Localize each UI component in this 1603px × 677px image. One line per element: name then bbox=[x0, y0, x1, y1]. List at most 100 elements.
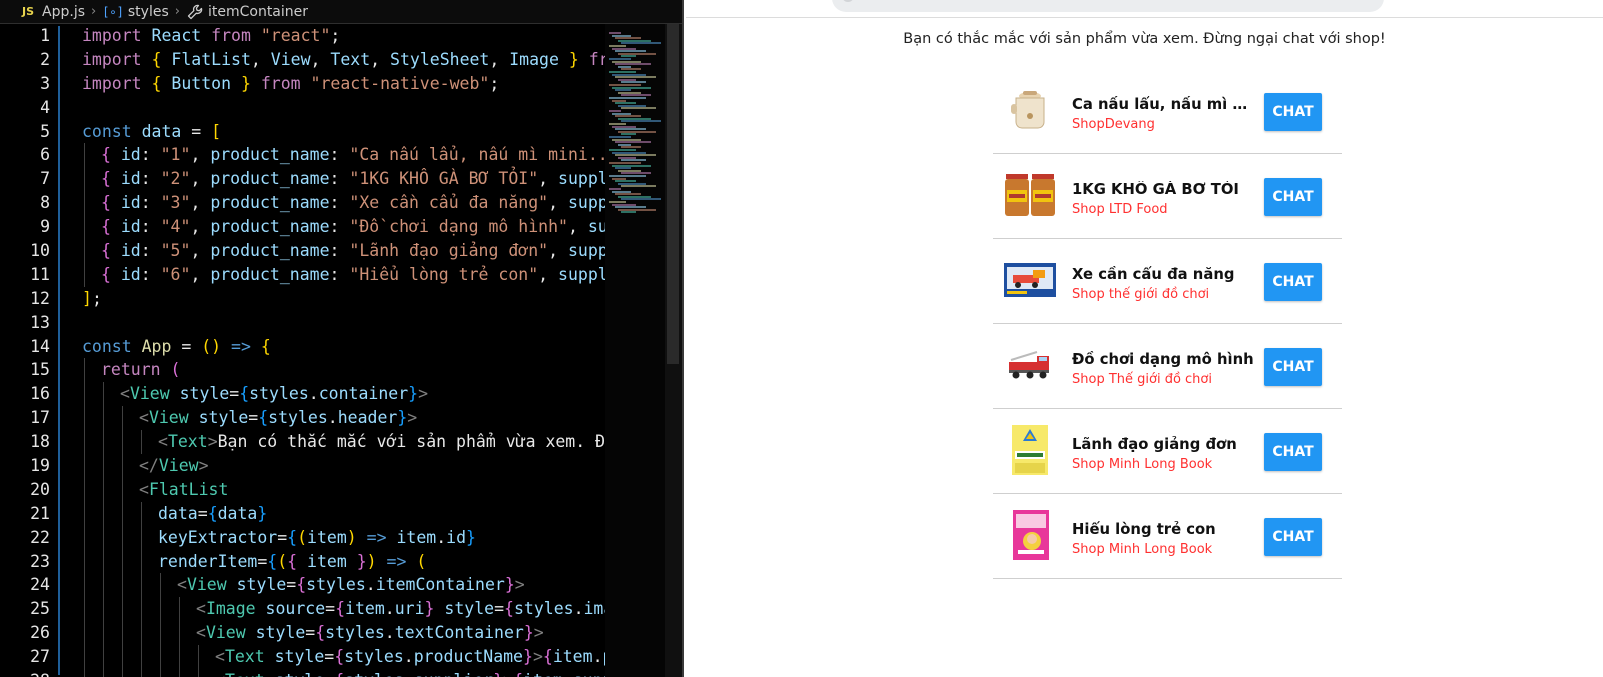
code-text: <View style={styles.itemContainer}> bbox=[177, 573, 525, 597]
site-info-icon[interactable] bbox=[842, 0, 854, 2]
code-token: "1" bbox=[160, 145, 191, 165]
code-token: Text bbox=[225, 671, 265, 677]
code-line[interactable]: 23 renderItem={({ item }) => ( bbox=[0, 549, 605, 574]
line-number: 11 bbox=[30, 264, 50, 284]
indent-guide bbox=[141, 573, 142, 598]
product-supplier: Shop LTD Food bbox=[1072, 202, 1168, 217]
code-line[interactable]: 25 <Image source={item.uri} style={styles… bbox=[0, 597, 606, 622]
code-text: { id: "1", product_name: "Ca nấu lẩu, nấ… bbox=[101, 143, 605, 167]
code-line[interactable]: 2 import { FlatList, View, Text, StyleShe… bbox=[0, 48, 605, 72]
chat-button[interactable]: CHAT bbox=[1264, 518, 1322, 556]
chat-button[interactable]: CHAT bbox=[1264, 178, 1322, 216]
code-line[interactable]: 16 <View style={styles.container}> bbox=[0, 382, 605, 407]
breadcrumb-file[interactable]: App.js bbox=[42, 4, 85, 20]
chat-button[interactable]: CHAT bbox=[1264, 348, 1322, 386]
line-number: 22 bbox=[30, 527, 50, 547]
code-line[interactable]: 27 <Text style={styles.productName}>{item… bbox=[0, 645, 605, 670]
indent-guide bbox=[103, 645, 104, 670]
code-line[interactable]: 19 </View> bbox=[0, 454, 605, 478]
code-line[interactable]: 14 const App = () => { bbox=[0, 335, 605, 359]
code-line[interactable]: 12]; bbox=[0, 287, 605, 311]
code-token: Text bbox=[330, 49, 371, 69]
indent-guide bbox=[141, 621, 142, 646]
code-line[interactable]: 7 { id: "2", product_name: "1KG KHÔ GÀ BƠ… bbox=[0, 167, 605, 192]
minimap-line bbox=[621, 211, 636, 214]
code-token: { bbox=[101, 145, 111, 165]
code-token: > bbox=[532, 647, 543, 667]
code-token: "react-native-web" bbox=[310, 73, 490, 93]
code-token: Image bbox=[205, 599, 256, 619]
breadcrumb-symbol-itemcontainer[interactable]: itemContainer bbox=[208, 4, 308, 20]
chat-button[interactable]: CHAT bbox=[1264, 93, 1322, 131]
line-number: 13 bbox=[30, 312, 50, 332]
code-token: supp bbox=[573, 671, 605, 677]
code-token: = bbox=[305, 623, 316, 643]
code-token: ; bbox=[91, 288, 102, 308]
code-line[interactable]: 6 { id: "1", product_name: "Ca nấu lẩu, n… bbox=[0, 143, 605, 168]
indent-guide bbox=[103, 621, 104, 646]
address-bar[interactable] bbox=[832, 0, 1384, 12]
code-line[interactable]: 8 { id: "3", product_name: "Xe cần cẩu đa… bbox=[0, 191, 605, 216]
indent-guide bbox=[84, 549, 85, 574]
code-line[interactable]: 4 bbox=[0, 96, 605, 120]
code-token: : bbox=[140, 193, 161, 213]
code-token: < bbox=[196, 599, 206, 619]
code-token: product_name bbox=[210, 241, 330, 261]
code-token: . bbox=[384, 599, 395, 619]
code-line[interactable]: 9 { id: "4", product_name: "Đồ chơi dạng … bbox=[0, 215, 605, 240]
code-token: from bbox=[211, 26, 251, 45]
code-line[interactable]: 24 <View style={styles.itemContainer}> bbox=[0, 573, 605, 598]
code-line[interactable]: 20 <FlatList bbox=[0, 477, 605, 502]
code-line[interactable]: 5 const data = [ bbox=[0, 120, 605, 144]
code-token: container bbox=[318, 384, 409, 404]
code-token: , bbox=[567, 217, 588, 237]
chevron-right-icon: › bbox=[91, 4, 97, 19]
indent-guide bbox=[141, 525, 142, 550]
line-number: 20 bbox=[30, 479, 50, 499]
code-line[interactable]: 28<Text style={styles.supplier}>{item.su… bbox=[0, 669, 605, 677]
code-line[interactable]: 3 import { Button } from "react-native-we… bbox=[0, 72, 605, 96]
code-token: item bbox=[307, 527, 347, 547]
code-token: ima bbox=[583, 599, 606, 619]
chat-button[interactable]: CHAT bbox=[1264, 263, 1322, 301]
code-token: sup bbox=[587, 217, 605, 237]
code-line[interactable]: 11 { id: "6", product_name: "Hiểu lòng tr… bbox=[0, 262, 605, 287]
breadcrumb-symbol-styles[interactable]: styles bbox=[128, 4, 169, 20]
code-token: "react" bbox=[260, 26, 331, 45]
indent-guide bbox=[122, 597, 123, 622]
code-line[interactable]: 15 return ( bbox=[0, 358, 605, 383]
vertical-scrollbar[interactable] bbox=[665, 24, 682, 677]
code-token: > bbox=[418, 384, 428, 404]
code-line[interactable]: 17 <View style={styles.header}> bbox=[0, 406, 605, 431]
code-token: { bbox=[513, 671, 523, 677]
code-line[interactable]: 21 data={data} bbox=[0, 501, 605, 526]
code-line[interactable]: 10 { id: "5", product_name: "Lãnh đạo giả… bbox=[0, 239, 605, 263]
product-name: 1KG KHÔ GÀ BƠ TỎI bbox=[1072, 181, 1239, 198]
code-text: import { FlatList, View, Text, StyleShee… bbox=[82, 48, 605, 72]
code-line[interactable]: 26 <View style={styles.textContainer}> bbox=[0, 621, 605, 646]
indent-guide bbox=[141, 645, 142, 670]
product-list: Ca nấu lẩu, nấu mì mini... ShopDevang CH… bbox=[993, 69, 1342, 579]
code-line[interactable]: 1 import React from "react"; bbox=[0, 24, 605, 48]
chat-button[interactable]: CHAT bbox=[1264, 433, 1322, 471]
code-line[interactable]: 13 bbox=[0, 311, 605, 335]
indent-guide bbox=[122, 573, 123, 598]
code-line[interactable]: 18 <Text>Bạn có thắc mắc với sản phẩm vừa… bbox=[0, 430, 605, 455]
minimap[interactable] bbox=[605, 24, 665, 677]
code-token: styles bbox=[344, 647, 404, 667]
code-token: : bbox=[329, 217, 350, 237]
indent-guide bbox=[103, 501, 104, 526]
code-editor[interactable]: JS App.js › [∘] styles › itemContainer 1… bbox=[0, 0, 684, 677]
scrollbar-thumb[interactable] bbox=[667, 24, 679, 364]
code-token: < bbox=[196, 623, 206, 643]
line-number: 19 bbox=[30, 456, 50, 476]
code-token: } bbox=[397, 408, 408, 428]
code-line[interactable]: 22 keyExtractor={(item) => item.id} bbox=[0, 525, 605, 550]
code-area[interactable]: 1 import React from "react"; 2 import { Fla… bbox=[0, 24, 605, 677]
indent-guide bbox=[84, 239, 85, 263]
